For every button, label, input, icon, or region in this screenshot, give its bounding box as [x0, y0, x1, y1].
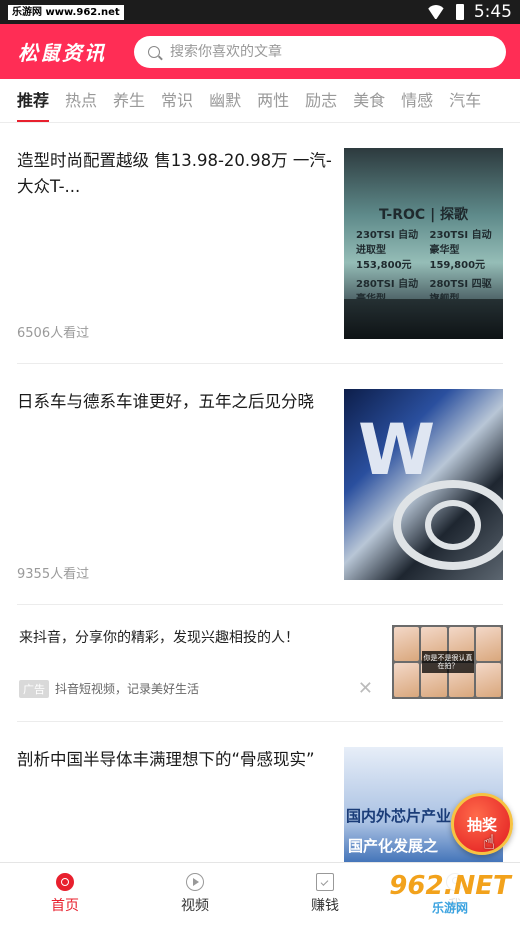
- tab-hot[interactable]: 热点: [65, 79, 97, 122]
- article-text: 日系车与德系车谁更好，五年之后见分晓 9355人看过: [17, 389, 332, 582]
- ad-text: 来抖音，分享你的精彩，发现兴趣相投的人！ 广告 抖音短视频，记录美好生活 ✕: [17, 625, 377, 701]
- tab-humor[interactable]: 幽默: [209, 79, 241, 122]
- nav-video[interactable]: 视频: [130, 863, 260, 925]
- search-bar[interactable]: [134, 35, 506, 68]
- watermark-name: 乐游网: [431, 900, 468, 915]
- article-title: 日系车与德系车谁更好，五年之后见分晓: [17, 392, 314, 411]
- status-icons: 5:45: [426, 2, 512, 22]
- video-play-icon: [186, 873, 204, 891]
- tab-emotion[interactable]: 情感: [401, 79, 433, 122]
- lottery-button[interactable]: 抽奖: [451, 793, 513, 855]
- article-feed: 造型时尚配置越级 售13.98-20.98万 一汽-大众T-... 6506人看…: [0, 123, 520, 925]
- category-tabs: 推荐 热点 养生 常识 幽默 两性 励志 美食 情感 汽车: [0, 79, 520, 123]
- nav-home[interactable]: 首页: [0, 863, 130, 925]
- article-item[interactable]: 日系车与德系车谁更好，五年之后见分晓 9355人看过 W: [17, 364, 503, 605]
- status-time: 5:45: [473, 2, 512, 22]
- battery-icon: [455, 4, 464, 20]
- app-logo: 松鼠资讯: [18, 41, 106, 65]
- thumb-text: 国产化发展之: [348, 837, 439, 855]
- earn-money-icon: [316, 873, 334, 891]
- wifi-icon: [426, 5, 446, 19]
- article-item[interactable]: 造型时尚配置越级 售13.98-20.98万 一汽-大众T-... 6506人看…: [17, 123, 503, 364]
- home-icon: [56, 873, 74, 891]
- tab-knowledge[interactable]: 常识: [161, 79, 193, 122]
- article-thumbnail: T-ROC | 探歌 230TSI 自动进取型 153,800元 230TSI …: [344, 148, 503, 339]
- status-bar: 乐游网 www.962.net 5:45: [0, 0, 520, 24]
- tab-cars[interactable]: 汽车: [449, 79, 481, 122]
- search-input[interactable]: [170, 43, 492, 60]
- thumb-text: 国内外芯片产业: [346, 807, 452, 825]
- thumb-price: 230TSI 自动豪华型 159,800元: [429, 230, 492, 271]
- tab-inspiration[interactable]: 励志: [305, 79, 337, 122]
- nav-label: 视频: [181, 898, 209, 914]
- pointer-hand-icon: ☝: [483, 830, 496, 854]
- close-icon[interactable]: ✕: [358, 678, 373, 699]
- ad-source: 抖音短视频，记录美好生活: [55, 682, 200, 696]
- thumb-price: 230TSI 自动进取型 153,800元: [356, 230, 419, 271]
- search-icon: [148, 45, 160, 58]
- article-thumbnail: W: [344, 389, 503, 580]
- nav-earn[interactable]: 赚钱: [260, 863, 390, 925]
- thumb-brand-text: T-ROC | 探歌: [378, 207, 469, 223]
- ad-thumb-caption: 你是不是很认真在拍？: [422, 651, 474, 673]
- ad-title: 来抖音，分享你的精彩，发现兴趣相投的人！: [19, 630, 299, 646]
- ad-thumbnail: 你是不是很认真在拍？: [392, 625, 503, 699]
- tab-food[interactable]: 美食: [353, 79, 385, 122]
- toyota-logo-inner: [425, 500, 481, 550]
- ad-meta-row: 广告 抖音短视频，记录美好生活 ✕: [19, 678, 377, 699]
- article-title: 造型时尚配置越级 售13.98-20.98万 一汽-大众T-...: [17, 151, 332, 196]
- watermark-logo: 962.NET: [389, 870, 511, 901]
- nav-label: 首页: [51, 898, 79, 914]
- ad-badge: 广告: [19, 679, 49, 698]
- tab-recommend[interactable]: 推荐: [17, 79, 50, 122]
- status-watermark: 乐游网 www.962.net: [8, 4, 124, 20]
- article-text: 造型时尚配置越级 售13.98-20.98万 一汽-大众T-... 6506人看…: [17, 148, 332, 341]
- app-header: 松鼠资讯: [0, 24, 520, 79]
- tab-health[interactable]: 养生: [113, 79, 145, 122]
- nav-label: 赚钱: [311, 898, 339, 914]
- article-title: 剖析中国半导体丰满理想下的“骨感现实”: [17, 750, 315, 769]
- thumb-stage: [344, 299, 503, 339]
- site-watermark: 962.NET 乐游网: [384, 869, 516, 919]
- tab-relationship[interactable]: 两性: [257, 79, 289, 122]
- article-views: 9355人看过: [17, 567, 90, 582]
- vw-logo-shape: W: [358, 409, 436, 491]
- article-views: 6506人看过: [17, 326, 90, 341]
- ad-item[interactable]: 来抖音，分享你的精彩，发现兴趣相投的人！ 广告 抖音短视频，记录美好生活 ✕ 你…: [17, 605, 503, 722]
